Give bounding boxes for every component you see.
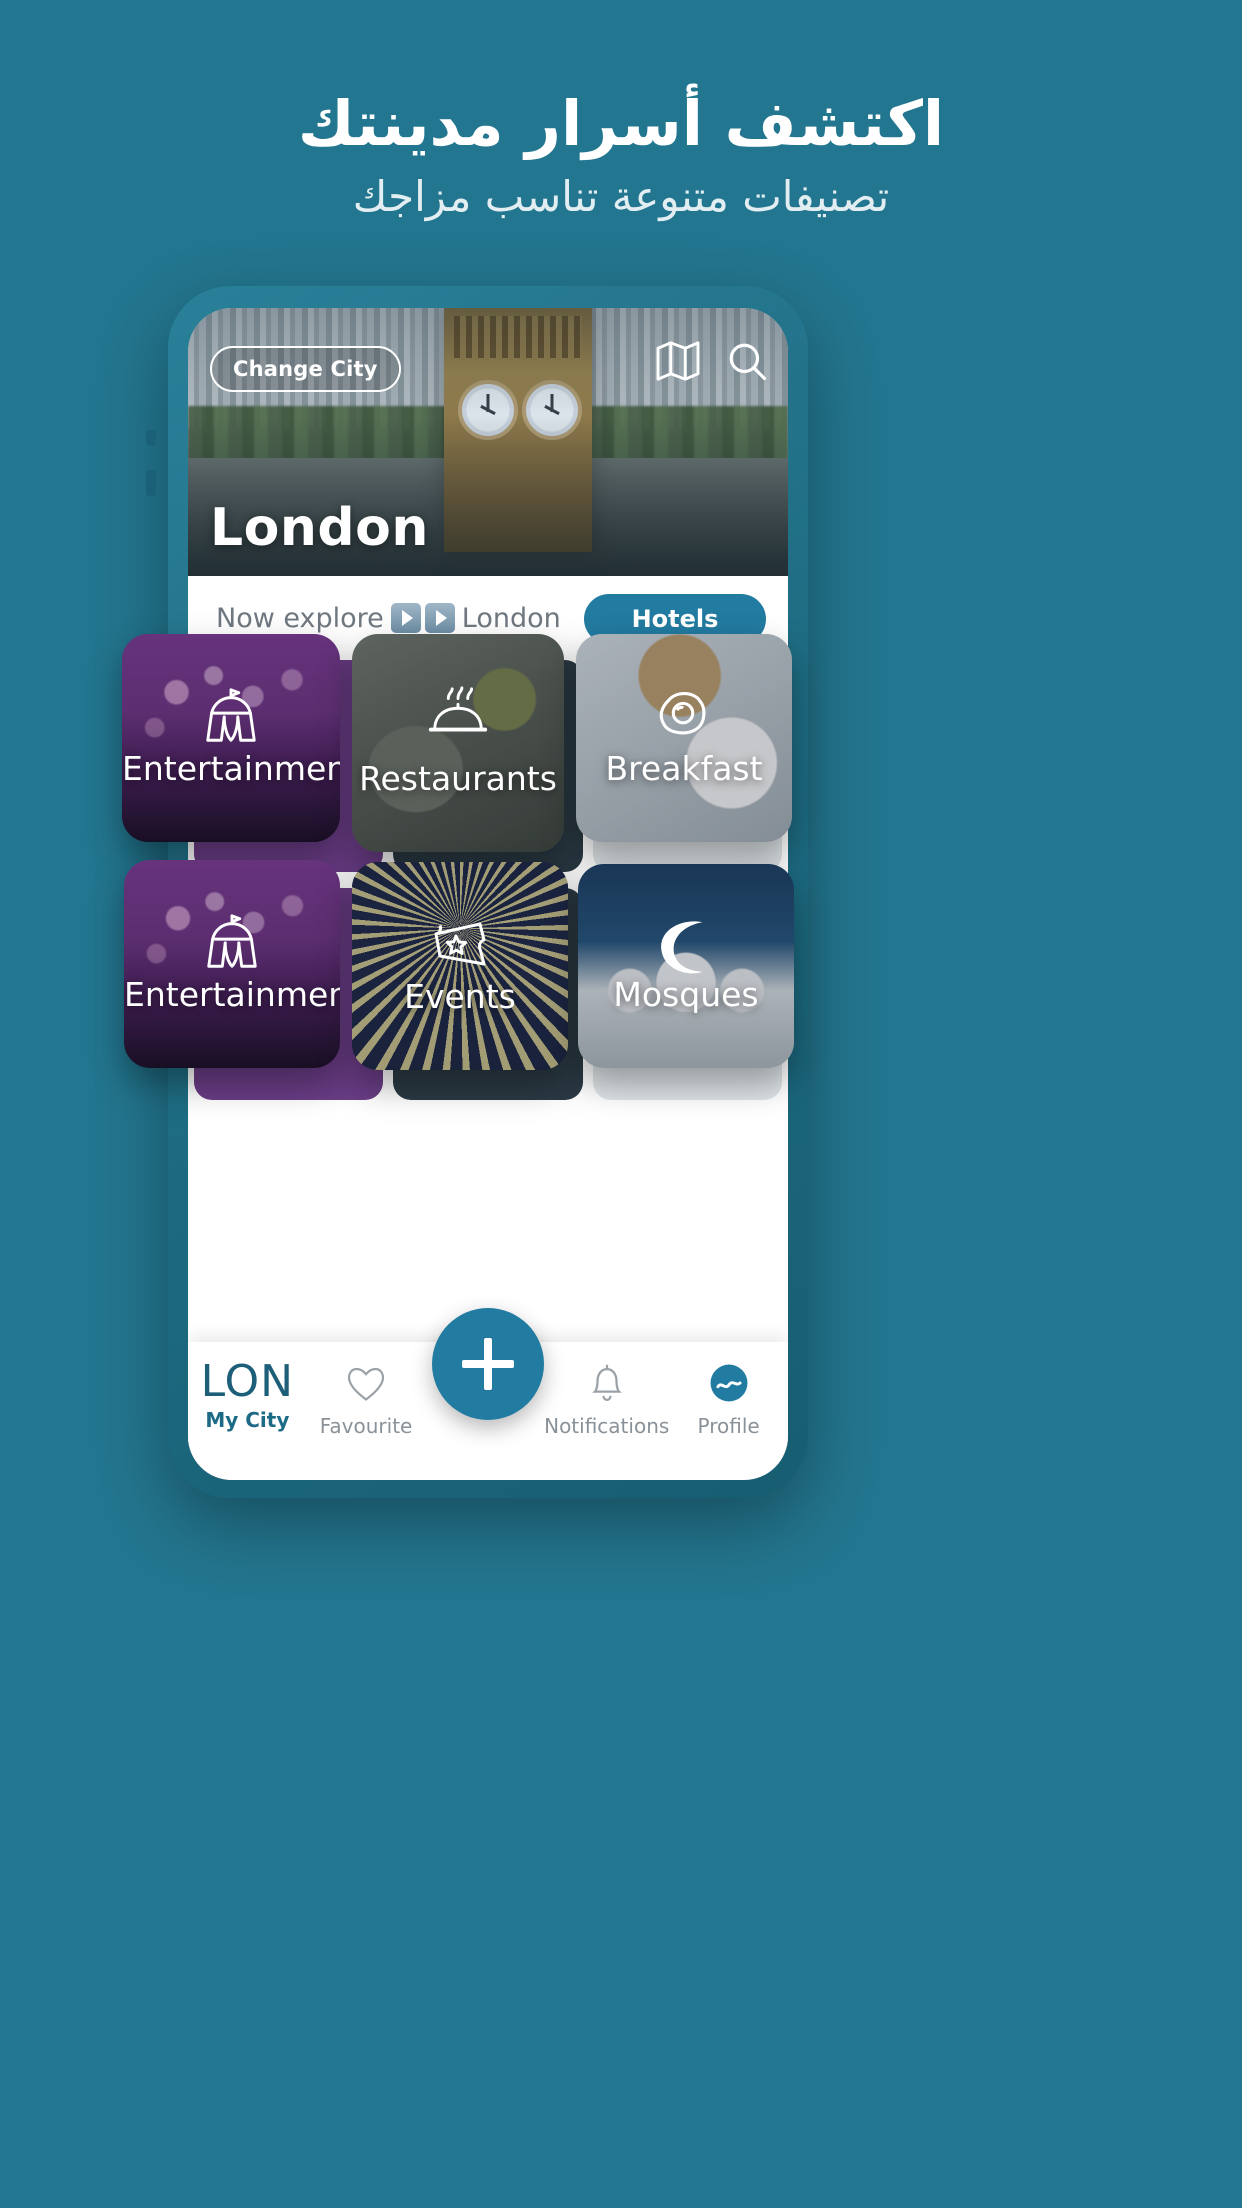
category-card-entertainment-1[interactable]: Entertainment: [122, 634, 340, 842]
page-subtitle: تصنيفات متنوعة تناسب مزاجك: [352, 172, 890, 221]
category-label: Entertainment: [124, 975, 340, 1014]
nav-label: Profile: [697, 1414, 760, 1438]
page-title: اكتشف أسرار مدينتك: [297, 87, 945, 160]
map-icon[interactable]: [656, 341, 700, 381]
nav-label: Notifications: [544, 1414, 670, 1438]
category-label: Entertainment: [122, 749, 340, 788]
category-card-events[interactable]: Events: [352, 862, 568, 1070]
profile-icon: [705, 1362, 753, 1408]
category-card-entertainment-2[interactable]: Entertainment: [124, 860, 340, 1068]
category-label: Mosques: [613, 975, 759, 1014]
category-card-mosques[interactable]: Mosques: [578, 864, 794, 1068]
phone-volume-down-button: [146, 470, 156, 496]
nav-item-favourite[interactable]: Favourite: [307, 1342, 426, 1438]
food-cloche-icon: [425, 686, 491, 750]
nav-item-add[interactable]: [425, 1308, 544, 1420]
explore-text: Now explore London: [216, 603, 561, 634]
category-label: Restaurants: [359, 759, 557, 798]
fried-egg-icon: [651, 686, 717, 750]
hero-icon-group: [656, 340, 768, 382]
category-card-breakfast[interactable]: Breakfast: [576, 634, 792, 842]
city-title: London: [210, 498, 429, 558]
bottom-navigation: LON My City Favourite Notifications Prof…: [188, 1308, 788, 1480]
change-city-button[interactable]: Change City: [210, 346, 401, 392]
promo-stage: اكتشف أسرار مدينتك تصنيفات متنوعة تناسب …: [0, 0, 1242, 2208]
nav-item-notifications[interactable]: Notifications: [544, 1342, 669, 1438]
lon-text-icon: LON: [200, 1356, 295, 1407]
bell-icon: [588, 1362, 626, 1408]
play-arrow-icon: [390, 603, 455, 633]
circus-tent-icon: [197, 686, 265, 752]
circus-tent-icon: [198, 912, 266, 978]
hero-banner: Change City London: [188, 308, 788, 576]
crescent-moon-icon: [653, 916, 719, 982]
nav-label: Favourite: [319, 1414, 413, 1438]
category-label: Events: [404, 977, 516, 1016]
category-label: Breakfast: [605, 749, 763, 788]
nav-item-my-city[interactable]: LON My City: [188, 1342, 307, 1432]
explore-prefix: Now explore: [216, 602, 384, 634]
search-icon[interactable]: [726, 340, 768, 382]
explore-city: London: [461, 602, 561, 634]
nav-label: My City: [205, 1407, 290, 1432]
category-card-restaurants[interactable]: Restaurants: [352, 634, 564, 852]
phone-volume-up-button: [146, 430, 156, 446]
heart-icon: [344, 1362, 388, 1408]
plus-icon[interactable]: [432, 1308, 544, 1420]
nav-item-profile[interactable]: Profile: [669, 1342, 788, 1438]
ticket-icon: [426, 914, 494, 978]
